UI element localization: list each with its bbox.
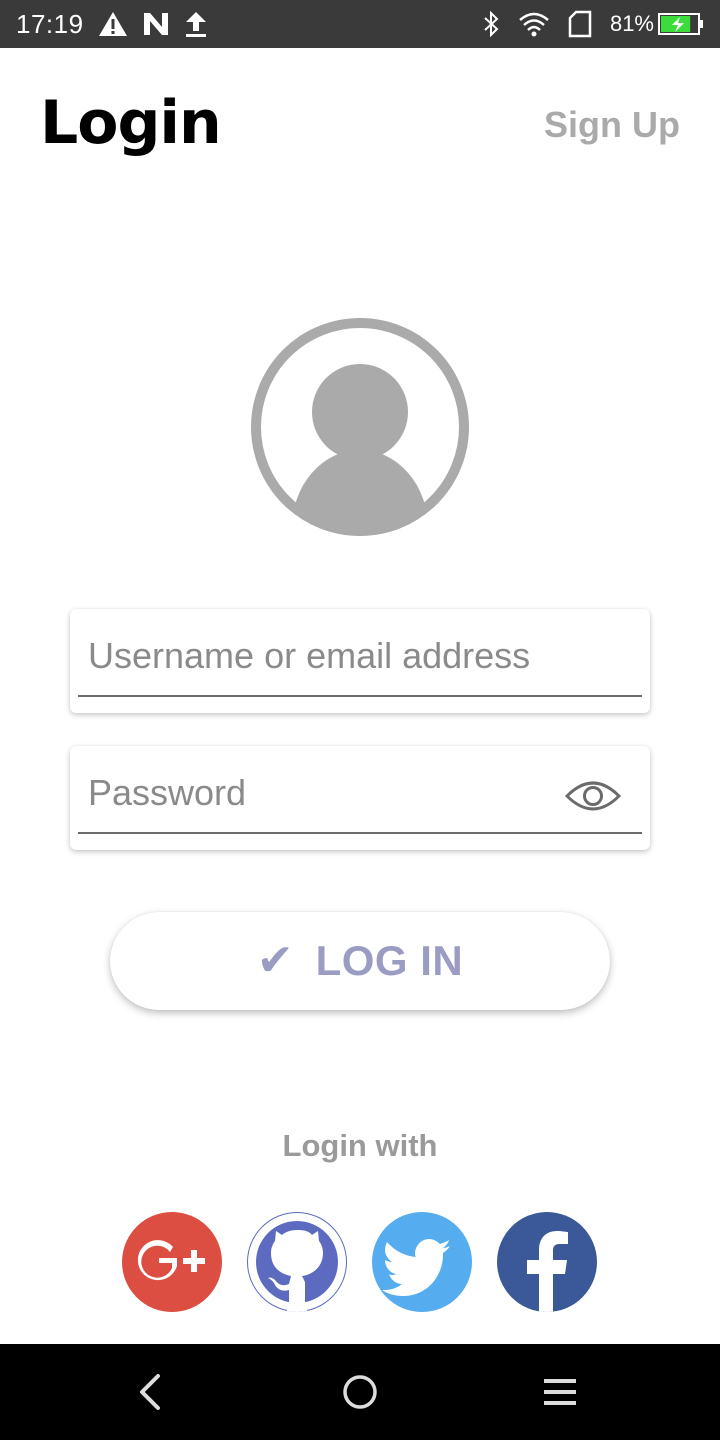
battery-indicator: 81%	[610, 11, 704, 37]
username-input[interactable]	[78, 617, 642, 697]
twitter-icon	[382, 1239, 450, 1296]
google-plus-login-button[interactable]	[122, 1212, 222, 1312]
google-plus-icon	[137, 1240, 205, 1281]
menu-icon	[544, 1379, 576, 1405]
page-title: Login	[40, 88, 222, 158]
home-button[interactable]	[336, 1368, 384, 1416]
eye-icon	[564, 781, 622, 811]
wifi-icon	[518, 11, 550, 37]
n-notification-icon	[142, 11, 170, 37]
status-bar-right: 81%	[482, 10, 704, 38]
signup-link[interactable]: Sign Up	[544, 104, 680, 146]
back-button[interactable]	[128, 1368, 176, 1416]
username-field-card	[70, 609, 650, 713]
status-time: 17:19	[16, 8, 84, 39]
login-button-label: LOG IN	[315, 937, 464, 984]
password-field-card	[70, 746, 650, 850]
facebook-icon	[527, 1231, 568, 1312]
upload-icon	[184, 10, 208, 38]
avatar	[249, 316, 471, 538]
login-with-heading: Login with	[282, 1128, 438, 1163]
social-login-row	[0, 1212, 720, 1312]
login-button[interactable]: ✔ LOG IN	[110, 912, 610, 1010]
password-input[interactable]	[78, 754, 642, 834]
menu-button[interactable]	[536, 1368, 584, 1416]
sim-card-icon	[568, 10, 592, 38]
status-bar: 17:19 81%	[0, 0, 720, 48]
github-login-button[interactable]	[247, 1212, 347, 1312]
bluetooth-icon	[482, 11, 500, 37]
facebook-login-button[interactable]	[497, 1212, 597, 1312]
password-visibility-toggle[interactable]	[564, 778, 622, 814]
home-icon	[343, 1375, 377, 1409]
battery-charging-icon	[658, 12, 704, 36]
status-bar-left: 17:19	[16, 9, 208, 40]
checkmark-icon: ✔	[256, 935, 294, 986]
github-icon	[248, 1213, 346, 1312]
navigation-bar	[0, 1344, 720, 1440]
battery-percent: 81%	[609, 11, 654, 36]
twitter-login-button[interactable]	[372, 1212, 472, 1312]
warning-icon	[98, 11, 128, 37]
account-circle-icon	[251, 318, 469, 536]
back-icon	[140, 1374, 160, 1410]
